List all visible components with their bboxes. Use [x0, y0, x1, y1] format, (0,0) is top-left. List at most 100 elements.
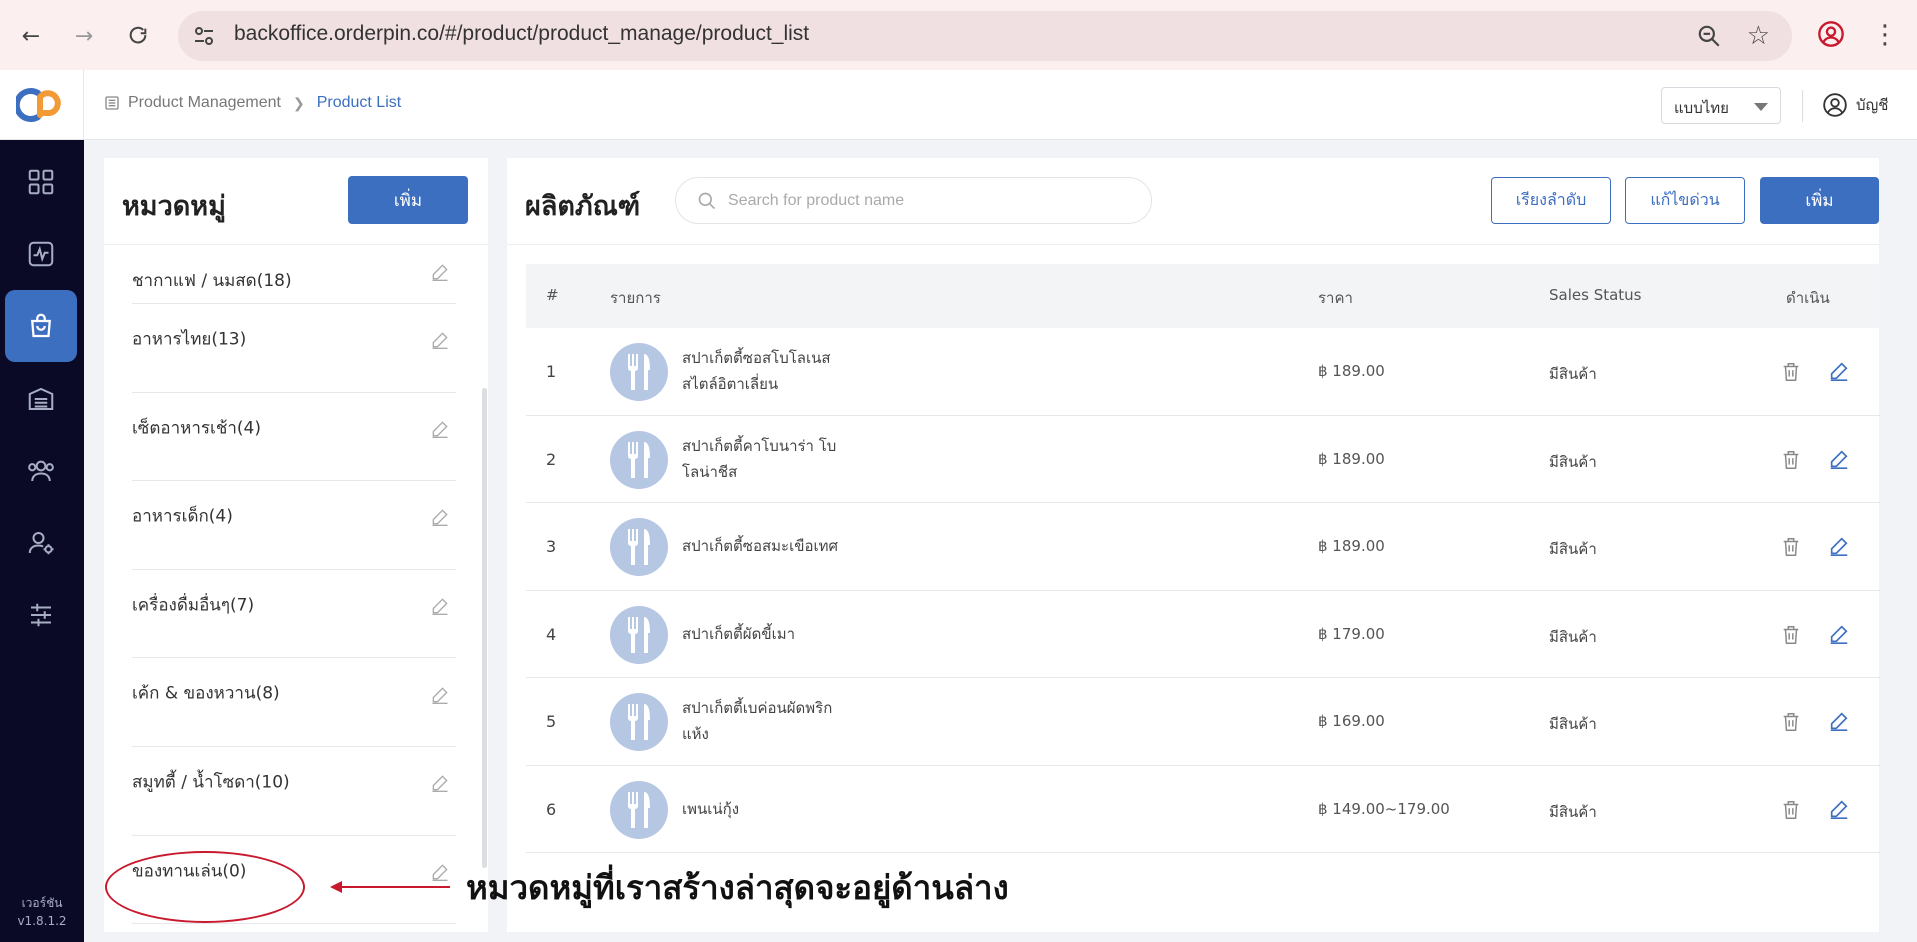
edit-pencil-icon[interactable] [430, 862, 450, 882]
edit-pencil-icon[interactable] [1828, 360, 1850, 382]
product-status: มีสินค้า [1549, 365, 1597, 383]
back-icon[interactable]: ← [14, 19, 48, 53]
edit-pencil-icon[interactable] [1828, 623, 1850, 645]
product-status: มีสินค้า [1549, 715, 1597, 733]
trash-icon[interactable] [1780, 360, 1802, 384]
reload-icon[interactable] [121, 19, 155, 53]
edit-pencil-icon[interactable] [430, 685, 450, 705]
site-info-icon[interactable] [192, 24, 216, 48]
add-product-button[interactable]: เพิ่ม [1760, 177, 1879, 224]
category-item[interactable]: เครื่องดื่มอื่นๆ(7) [132, 570, 456, 659]
zoom-icon[interactable] [1696, 23, 1722, 49]
breadcrumb-product-list: Product List [316, 94, 402, 111]
trash-icon[interactable] [1780, 448, 1802, 472]
trash-icon[interactable] [1780, 535, 1802, 559]
edit-pencil-icon[interactable] [1828, 798, 1850, 820]
edit-pencil-icon[interactable] [430, 773, 450, 793]
inventory-icon[interactable] [5, 363, 77, 435]
caret-down-icon [1754, 103, 1768, 111]
version-number: v1.8.1.2 [17, 914, 67, 928]
cutlery-icon [610, 518, 668, 576]
product-name: สปาเก็ตตี้คาโบนาร่า โบโลน่าชีส [682, 436, 837, 481]
trash-icon[interactable] [1780, 798, 1802, 822]
address-bar[interactable]: backoffice.orderpin.co/#/product/product… [178, 11, 1792, 61]
category-panel: หมวดหมู่ เพิ่ม ชากาแฟ / นมสด(18) อาหารไท… [104, 158, 488, 932]
edit-pencil-icon[interactable] [430, 507, 450, 527]
analytics-icon[interactable] [5, 218, 77, 290]
product-header-divider [507, 244, 1879, 245]
edit-pencil-icon[interactable] [1828, 535, 1850, 557]
breadcrumb-separator-icon: ❯ [292, 94, 305, 111]
product-name: เพนเน่กุ้ง [682, 799, 740, 818]
row-number: 3 [546, 537, 557, 556]
product-price: ฿ 189.00 [1318, 537, 1385, 555]
category-label: เค้ก & ของหวาน(8) [132, 683, 280, 704]
product-price: ฿ 189.00 [1318, 362, 1385, 380]
product-title: ผลิตภัณฑ์ [525, 191, 641, 222]
edit-pencil-icon[interactable] [1828, 448, 1850, 470]
dashboard-icon[interactable] [5, 146, 77, 218]
category-item[interactable]: สมูทตี้ / น้ำโซดา(10) [132, 747, 456, 836]
table-row[interactable]: 5 สปาเก็ตตี้เบค่อนผัดพริก แห้ง ฿ 169.00 … [526, 678, 1880, 766]
category-scrollbar[interactable] [482, 388, 487, 868]
search-input[interactable] [728, 188, 1128, 214]
profile-icon[interactable] [1817, 20, 1845, 48]
category-label: เซ็ตอาหารเช้า(4) [132, 418, 262, 439]
product-status: มีสินค้า [1549, 627, 1597, 646]
list-icon [105, 96, 119, 110]
bookmark-star-icon[interactable]: ☆ [1747, 21, 1770, 51]
forward-icon[interactable]: → [67, 19, 101, 53]
cutlery-icon [610, 605, 668, 664]
product-table: # รายการ ราคา Sales Status ดำเนิน 1 สปาเ… [526, 264, 1880, 853]
edit-pencil-icon[interactable] [430, 419, 450, 439]
category-item[interactable]: เค้ก & ของหวาน(8) [132, 658, 456, 747]
page-header: Product Management ❯ Product List แบบไทย… [84, 70, 1917, 140]
trash-icon[interactable] [1780, 623, 1802, 647]
col-number: # [546, 286, 559, 304]
sliders-icon[interactable] [5, 579, 77, 651]
table-row[interactable]: 1 สปาเก็ตตี้ซอสโบโลเนส สไตล์อิตาเลี่ยน ฿… [526, 328, 1880, 416]
row-number: 6 [546, 799, 557, 819]
table-row[interactable]: 3 สปาเก็ตตี้ซอสมะเขือเทศ ฿ 189.00 มีสินค… [526, 503, 1880, 591]
users-icon[interactable] [5, 435, 77, 507]
category-item[interactable]: เซ็ตอาหารเช้า(4) [132, 393, 456, 482]
breadcrumb-product-management[interactable]: Product Management [128, 94, 281, 112]
col-price: ราคา [1318, 289, 1353, 307]
user-settings-icon[interactable] [5, 507, 77, 579]
trash-icon[interactable] [1780, 710, 1802, 734]
account-menu[interactable]: บัญชี [1822, 92, 1888, 118]
edit-pencil-icon[interactable] [430, 330, 450, 350]
sort-button[interactable]: เรียงลำดับ [1491, 177, 1611, 224]
quick-edit-button[interactable]: แก้ไขด่วน [1625, 177, 1745, 224]
url-text[interactable]: backoffice.orderpin.co/#/product/product… [234, 22, 809, 46]
product-status: มีสินค้า [1549, 540, 1597, 558]
category-item[interactable]: อาหารไทย(13) [132, 304, 456, 393]
app-logo[interactable] [0, 70, 84, 140]
edit-pencil-icon[interactable] [1828, 710, 1850, 732]
cutlery-icon [610, 343, 668, 401]
table-row[interactable]: 6 เพนเน่กุ้ง ฿ 149.00~179.00 มีสินค้า [526, 766, 1880, 853]
table-row[interactable]: 4 สปาเก็ตตี้ผัดขี้เมา ฿ 179.00 มีสินค้า [526, 591, 1880, 678]
browser-menu-icon[interactable]: ⋮ [1872, 18, 1898, 52]
category-label: เครื่องดื่มอื่นๆ(7) [132, 595, 255, 616]
col-item: รายการ [610, 289, 661, 307]
cutlery-icon [610, 693, 668, 751]
product-panel: ผลิตภัณฑ์ เรียงลำดับ แก้ไขด่วน เพิ่ม # ร… [507, 158, 1880, 932]
add-category-button[interactable]: เพิ่ม [348, 176, 468, 224]
app-version: เวอร์ชัน v1.8.1.2 [0, 894, 84, 930]
category-item[interactable]: อาหารเด็ก(4) [132, 481, 456, 570]
category-label: อาหารไทย(13) [132, 329, 247, 350]
product-price: ฿ 169.00 [1318, 712, 1385, 730]
annotation-text: หมวดหมู่ที่เราสร้างล่าสุดจะอยู่ด้านล่าง [466, 868, 1009, 907]
language-select[interactable]: แบบไทย [1661, 87, 1781, 124]
browser-toolbar: ← → backoffice.orderpin.co/#/product/pro… [0, 0, 1917, 70]
language-value: แบบไทย [1674, 99, 1729, 117]
category-label: อาหารเด็ก(4) [132, 506, 233, 527]
edit-pencil-icon[interactable] [430, 596, 450, 616]
table-row[interactable]: 2 สปาเก็ตตี้คาโบนาร่า โบโลน่าชีส ฿ 189.0… [526, 416, 1880, 503]
product-name: สปาเก็ตตี้ซอสโบโลเนส สไตล์อิตาเลี่ยน [682, 349, 831, 394]
category-item[interactable]: ชากาแฟ / นมสด(18) [132, 244, 456, 304]
header-divider [1802, 90, 1803, 122]
edit-pencil-icon[interactable] [430, 262, 450, 282]
product-bag-icon[interactable] [5, 290, 77, 362]
